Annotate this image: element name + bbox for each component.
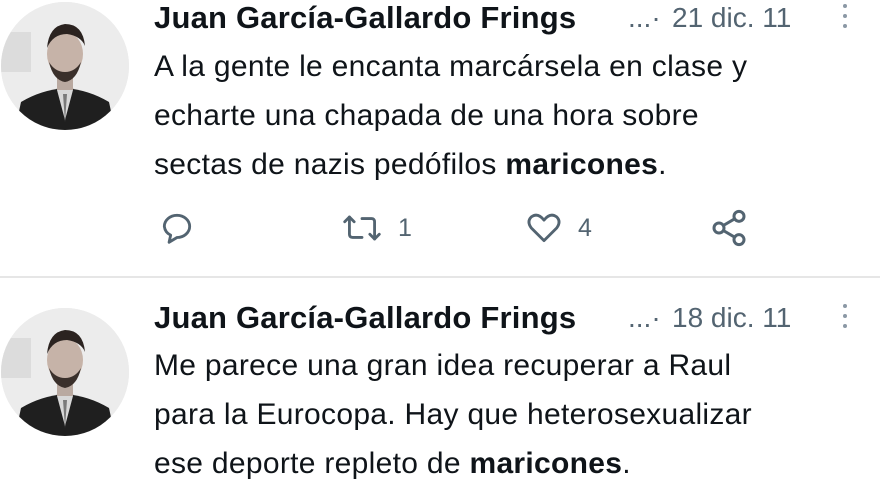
retweet-icon [340,209,384,247]
tweet-text-line: Me parece una gran idea recuperar a Raul [154,349,732,382]
tweet-text: Me parece una gran idea recuperar a Raul… [154,341,864,488]
tweet-date[interactable]: 18 dic. 11 [672,302,791,334]
reply-button[interactable] [158,205,196,251]
tweet-text-line: sectas de nazis pedófilos maricones. [154,140,864,189]
more-icon[interactable] [830,0,860,34]
author-name[interactable]: Juan García-Gallardo Frings [154,300,576,336]
tweet-text-line: para la Eurocopa. Hay que heterosexualiz… [154,398,752,431]
more-icon[interactable] [830,300,860,334]
tweet-text: A la gente le encanta marcársela en clas… [154,42,864,189]
name-separator: ...· [628,302,661,333]
retweet-button[interactable]: 1 [340,205,412,251]
tweet-header: Juan García-Gallardo Frings ...· 18 dic.… [154,300,874,340]
bold-word: maricones [505,148,659,181]
tweet: Juan García-Gallardo Frings ...· 18 dic.… [0,278,880,495]
text-segment: . [622,447,631,480]
like-button[interactable]: 4 [524,205,592,251]
tweet-text-line: A la gente le encanta marcársela en clas… [154,50,748,83]
text-segment: ese deporte repleto de [154,447,470,480]
tweet-header: Juan García-Gallardo Frings ...· 21 dic.… [154,0,874,40]
text-segment: sectas de nazis pedófilos [154,148,506,181]
reply-icon [158,209,196,247]
retweet-count: 1 [398,213,412,242]
tweet-text-line: ese deporte repleto de maricones. [154,439,864,488]
tweet: Juan García-Gallardo Frings ...· 21 dic.… [0,0,880,276]
share-button[interactable] [709,205,749,251]
tweet-actions: 1 4 [154,205,874,251]
share-icon [709,208,749,248]
avatar[interactable] [1,2,129,130]
avatar[interactable] [1,308,129,436]
like-count: 4 [578,213,592,242]
bold-word: maricones [469,447,623,480]
like-icon [524,209,564,247]
tweet-text-line: echarte una chapada de una hora sobre [154,99,699,132]
author-name[interactable]: Juan García-Gallardo Frings [154,0,576,36]
name-separator: ...· [628,2,661,33]
text-segment: . [658,148,667,181]
tweet-date[interactable]: 21 dic. 11 [672,2,791,34]
